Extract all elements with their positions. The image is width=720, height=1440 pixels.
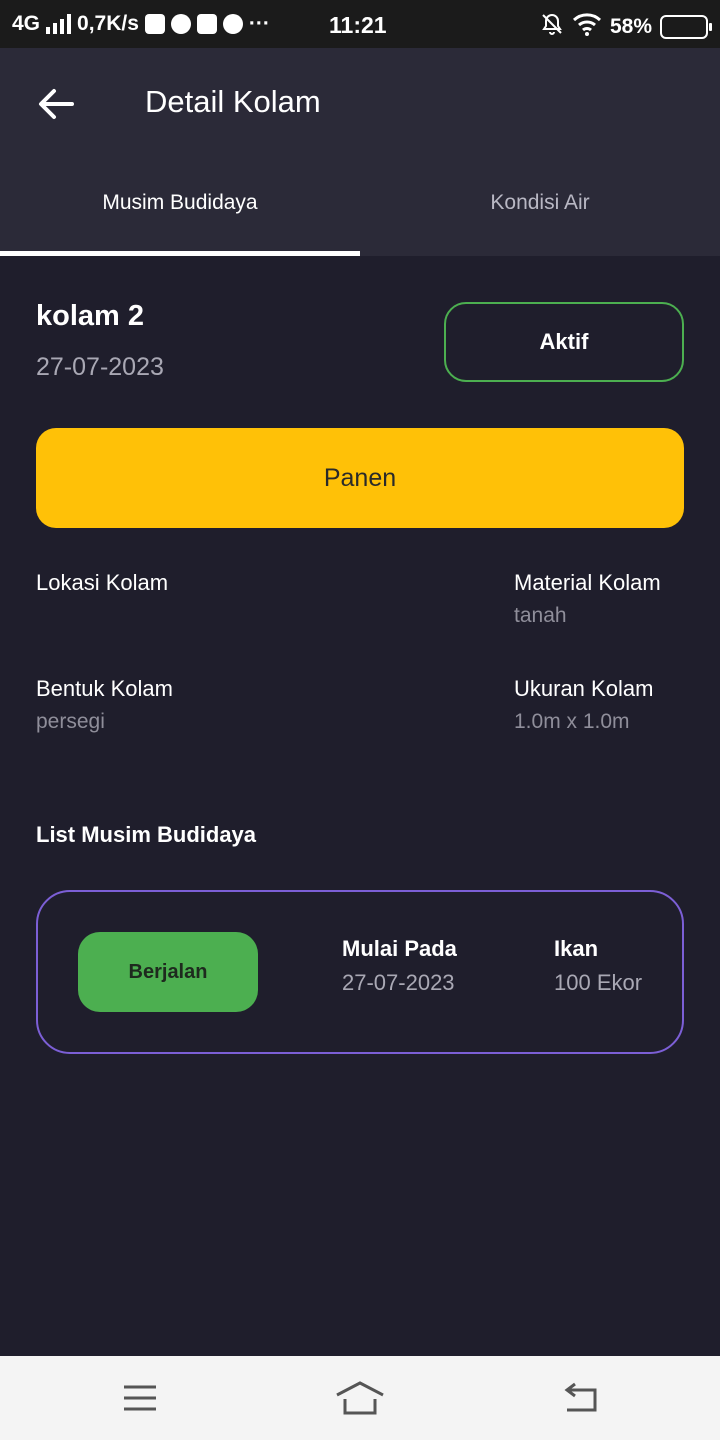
season-card[interactable]: Berjalan Mulai Pada 27-07-2023 Ikan 100 …: [36, 890, 684, 1054]
start-label: Mulai Pada: [342, 936, 457, 961]
fish-label: Ikan: [554, 936, 599, 961]
app-bar: Detail Kolam Musim Budidaya Kondisi Air: [0, 48, 720, 256]
back-icon: [564, 1382, 597, 1412]
network-type: 4G: [12, 12, 41, 35]
size-value: 1.0m x 1.0m: [514, 710, 630, 733]
status-bar: 4G 0,7K/s ··· 11:21 58%: [0, 0, 720, 48]
network-speed: 0,7K/s: [77, 12, 139, 35]
nav-home-button[interactable]: [330, 1376, 390, 1420]
status-left: 4G 0,7K/s ···: [12, 12, 270, 36]
mute-icon: [540, 12, 564, 42]
page-title: Detail Kolam: [145, 84, 321, 119]
material-value: tanah: [514, 604, 567, 627]
size-label: Ukuran Kolam: [514, 676, 654, 701]
material-label: Material Kolam: [514, 570, 661, 595]
more-notifications: ···: [248, 12, 270, 35]
status-button[interactable]: Aktif: [444, 302, 684, 382]
shape-value: persegi: [36, 710, 105, 733]
status-right: 58%: [540, 12, 712, 42]
fish-value: 100 Ekor: [554, 970, 643, 995]
notification-mail-icon: [144, 14, 165, 34]
clock: 11:21: [329, 12, 387, 38]
start-value: 27-07-2023: [342, 970, 455, 995]
pond-name: kolam 2: [36, 300, 144, 332]
shape-label: Bentuk Kolam: [36, 676, 173, 701]
nav-back-button[interactable]: [550, 1376, 610, 1420]
notification-gauge-icon: [170, 14, 191, 34]
home-icon: [336, 1381, 384, 1415]
season-status-badge: Berjalan: [78, 932, 258, 1012]
season-list-title: List Musim Budidaya: [36, 822, 257, 847]
menu-icon: [124, 1385, 156, 1411]
back-button[interactable]: [30, 78, 82, 130]
location-label: Lokasi Kolam: [36, 570, 169, 595]
harvest-button[interactable]: Panen: [36, 428, 684, 528]
pond-date: 27-07-2023: [36, 353, 164, 381]
tab-kondisi-air[interactable]: Kondisi Air: [360, 168, 720, 256]
system-nav-bar: [0, 1356, 720, 1440]
battery-icon: [660, 15, 712, 39]
tab-musim-budidaya[interactable]: Musim Budidaya: [0, 168, 360, 256]
signal-icon: [46, 14, 72, 34]
wifi-icon: [572, 12, 602, 42]
notification-mail-icon-2: [196, 14, 217, 34]
nav-menu-button[interactable]: [110, 1376, 170, 1420]
battery-percent: 58%: [609, 15, 652, 38]
notification-chat-icon: [222, 14, 243, 34]
arrow-left-icon: [39, 89, 74, 119]
active-tab-indicator: [0, 251, 360, 256]
